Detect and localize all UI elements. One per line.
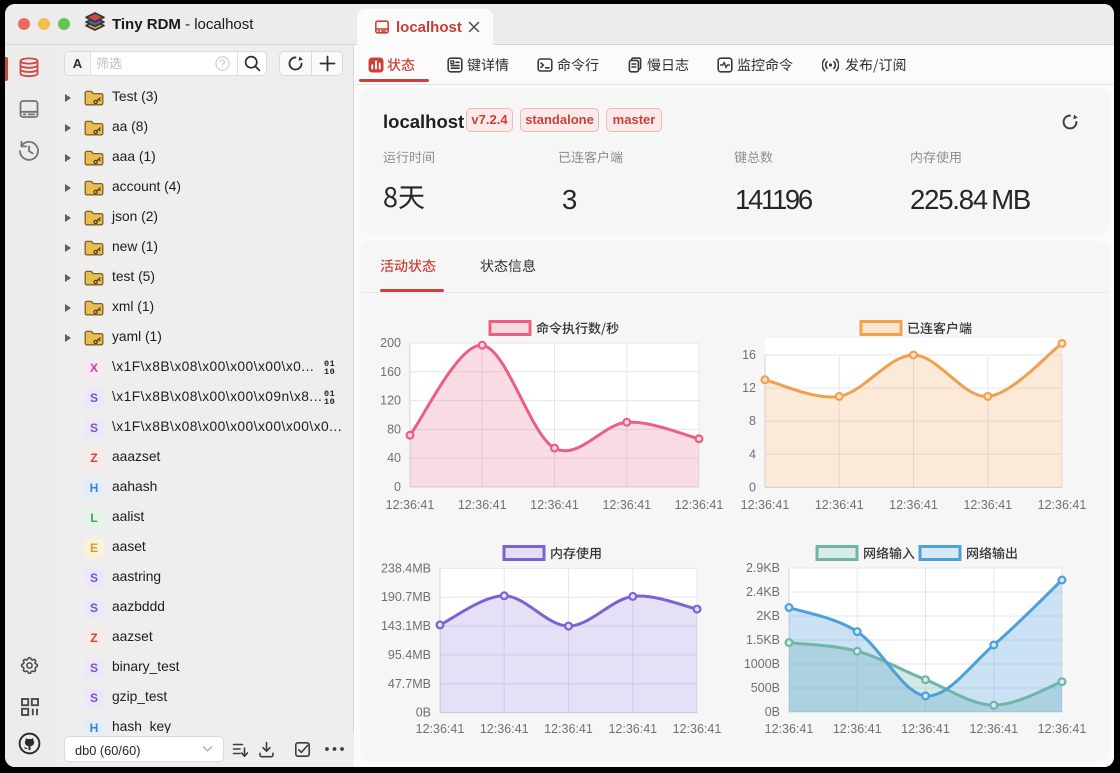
svg-text:12:36:41: 12:36:41 <box>833 722 882 736</box>
svg-text:12:36:41: 12:36:41 <box>416 722 465 736</box>
svg-text:12:36:41: 12:36:41 <box>765 722 814 736</box>
svg-text:160: 160 <box>380 365 401 379</box>
svg-text:12:36:41: 12:36:41 <box>530 498 579 512</box>
svg-text:0: 0 <box>749 480 756 494</box>
svg-text:12:36:41: 12:36:41 <box>608 722 657 736</box>
svg-text:120: 120 <box>380 394 401 408</box>
svg-text:12:36:41: 12:36:41 <box>815 498 864 512</box>
svg-text:190.7MB: 190.7MB <box>381 590 431 604</box>
svg-text:12:36:41: 12:36:41 <box>458 498 507 512</box>
svg-text:12:36:41: 12:36:41 <box>901 722 950 736</box>
svg-text:12:36:41: 12:36:41 <box>480 722 529 736</box>
svg-text:12:36:41: 12:36:41 <box>889 498 938 512</box>
svg-text:12:36:41: 12:36:41 <box>1038 498 1087 512</box>
svg-text:1.5KB: 1.5KB <box>746 633 780 647</box>
svg-text:0B: 0B <box>416 706 431 720</box>
svg-text:500B: 500B <box>751 681 780 695</box>
svg-text:0B: 0B <box>765 705 780 719</box>
svg-text:12:36:41: 12:36:41 <box>963 498 1012 512</box>
svg-text:238.4MB: 238.4MB <box>381 561 431 575</box>
svg-text:1000B: 1000B <box>744 657 780 671</box>
svg-text:200: 200 <box>380 336 401 350</box>
svg-text:12: 12 <box>742 381 756 395</box>
svg-text:40: 40 <box>387 451 401 465</box>
svg-text:0: 0 <box>394 480 401 494</box>
svg-text:12:36:41: 12:36:41 <box>673 722 722 736</box>
svg-text:2KB: 2KB <box>756 609 780 623</box>
svg-text:12:36:41: 12:36:41 <box>675 498 724 512</box>
svg-text:2.9KB: 2.9KB <box>746 561 780 575</box>
svg-text:12:36:41: 12:36:41 <box>741 498 790 512</box>
svg-text:4: 4 <box>749 447 756 461</box>
svg-text:12:36:41: 12:36:41 <box>969 722 1018 736</box>
svg-text:2.4KB: 2.4KB <box>746 585 780 599</box>
svg-text:80: 80 <box>387 422 401 436</box>
svg-text:95.4MB: 95.4MB <box>388 648 431 662</box>
svg-text:12:36:41: 12:36:41 <box>602 498 651 512</box>
svg-text:12:36:41: 12:36:41 <box>544 722 593 736</box>
svg-text:12:36:41: 12:36:41 <box>386 498 435 512</box>
svg-text:47.7MB: 47.7MB <box>388 677 431 691</box>
svg-text:143.1MB: 143.1MB <box>381 619 431 633</box>
svg-text:8: 8 <box>749 414 756 428</box>
svg-text:16: 16 <box>742 348 756 362</box>
svg-text:12:36:41: 12:36:41 <box>1038 722 1087 736</box>
